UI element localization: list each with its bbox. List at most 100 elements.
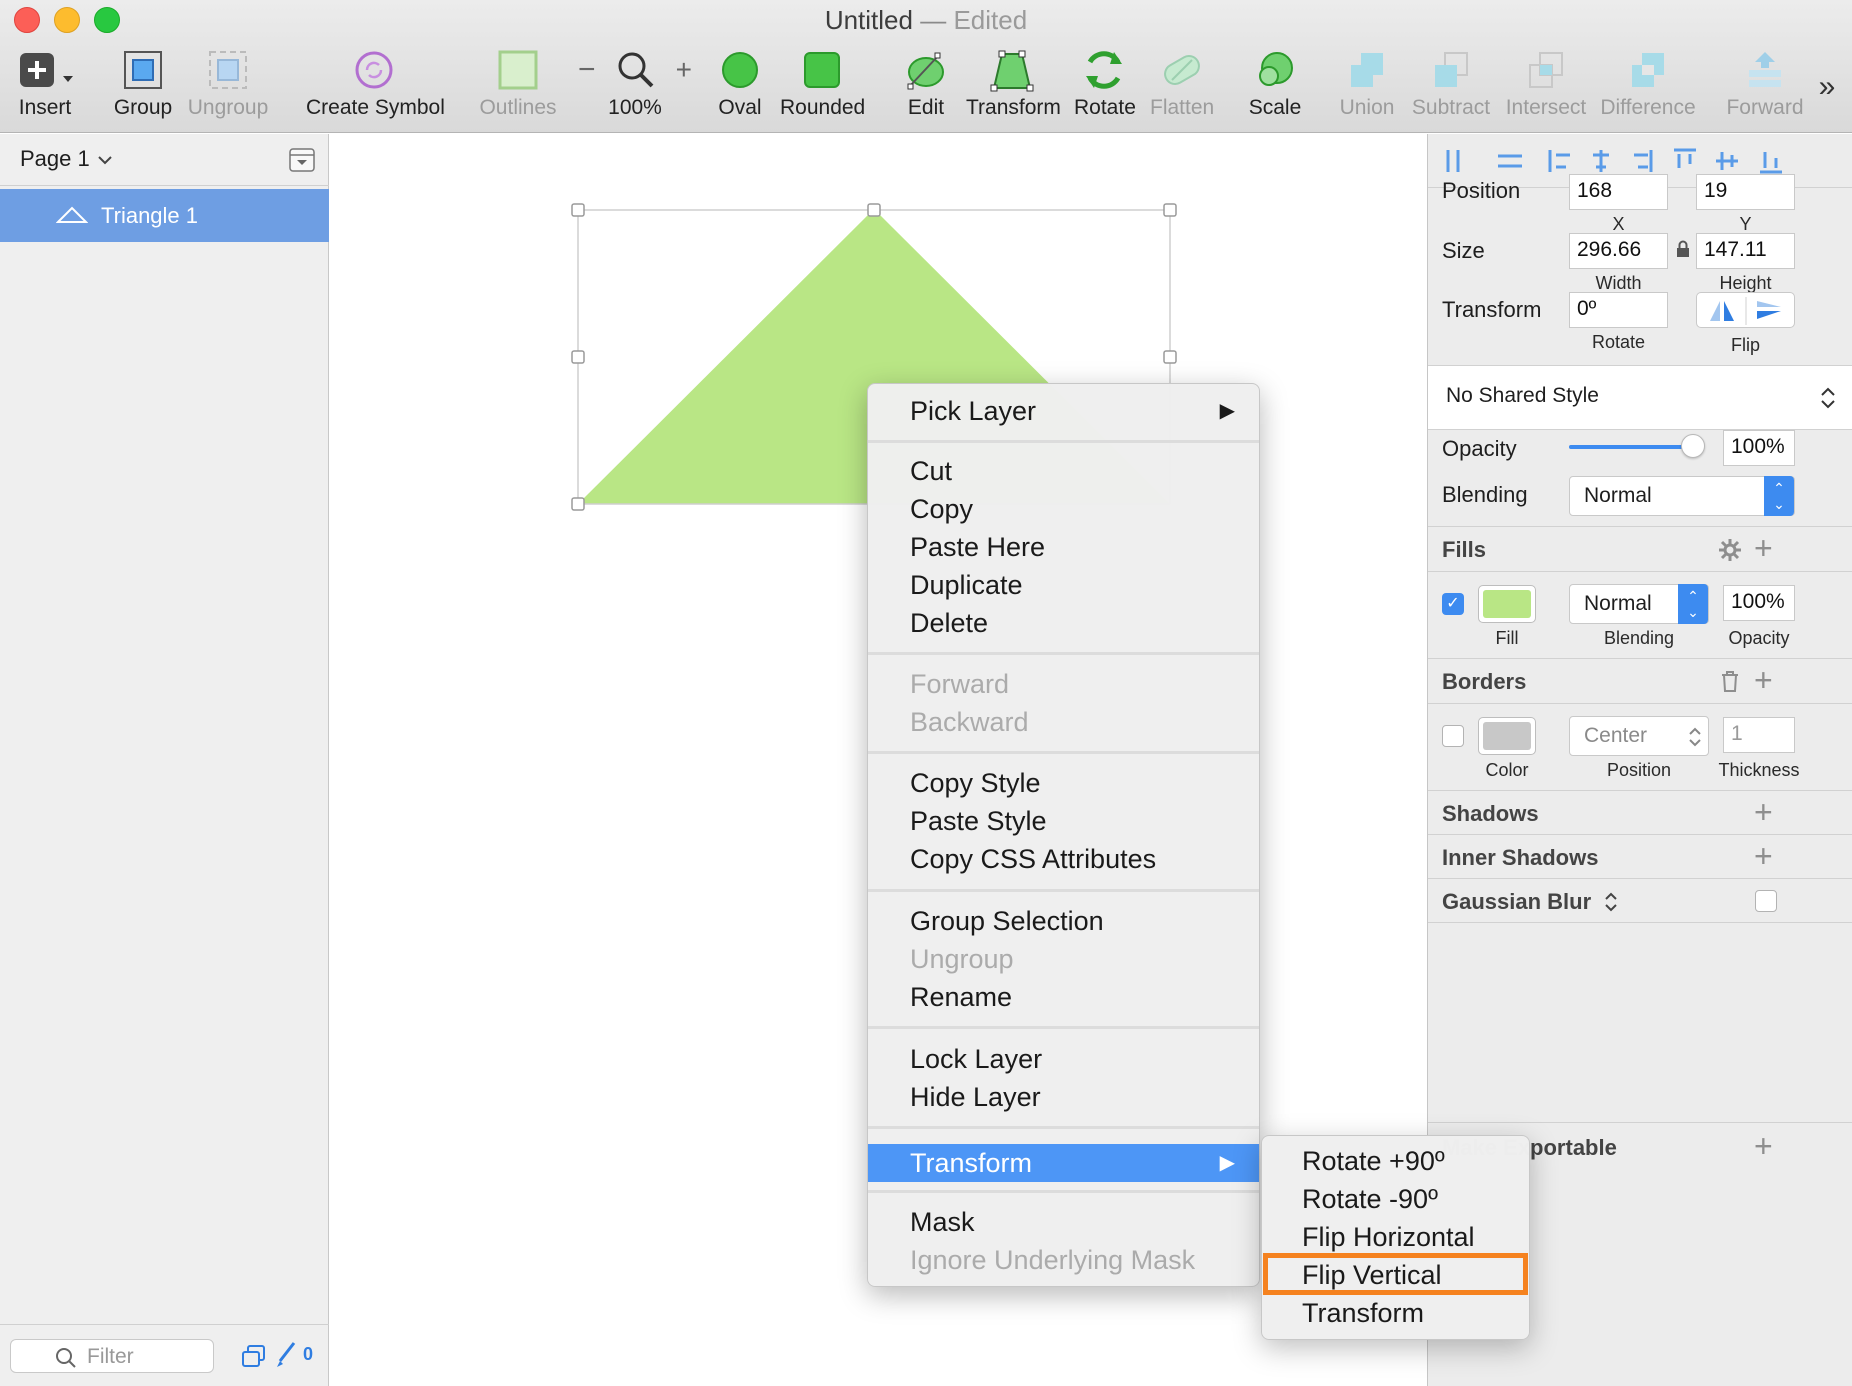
border-color-well[interactable] (1478, 717, 1536, 755)
window-title: Untitled — Edited (0, 5, 1852, 36)
flatten-icon (1164, 55, 1200, 85)
shared-style-value: No Shared Style (1446, 384, 1599, 407)
flip-control (1696, 292, 1795, 328)
menu-item-forward[interactable]: Forward (868, 665, 1259, 703)
menu-item-ignore-underlying-mask[interactable]: Ignore Underlying Mask (868, 1241, 1259, 1279)
flip-vertical-icon[interactable] (1757, 301, 1781, 319)
border-position-select[interactable]: Center (1569, 716, 1709, 756)
page-selector[interactable]: Page 1 (0, 134, 329, 186)
menu-item-backward[interactable]: Backward (868, 703, 1259, 741)
fill-opacity-field[interactable]: 100% (1723, 585, 1795, 621)
menu-item-paste-here[interactable]: Paste Here (868, 528, 1259, 566)
menu-item-paste-style[interactable]: Paste Style (868, 802, 1259, 840)
borders-header: Borders (1442, 669, 1527, 694)
group-label: Group (113, 96, 173, 119)
blending-select[interactable]: Normal ⌃ ⌄ (1569, 476, 1795, 516)
add-inner-shadow-button[interactable]: + (1754, 840, 1773, 872)
zoom-in-button[interactable]: + (676, 54, 692, 86)
oval-icon (722, 52, 758, 88)
submenu-item-rotate-minus-90[interactable]: Rotate -90º (1262, 1180, 1529, 1218)
gaussian-blur-checkbox[interactable] (1755, 890, 1777, 912)
menu-item-copy[interactable]: Copy (868, 490, 1259, 528)
oval-button[interactable]: Oval (716, 48, 764, 120)
border-color-label: Color (1485, 760, 1529, 780)
outlines-button[interactable]: Outlines (478, 48, 558, 120)
submenu-item-transform[interactable]: Transform (1262, 1294, 1529, 1332)
menu-item-pick-layer[interactable]: Pick Layer ▶ (868, 392, 1259, 430)
add-export-button[interactable]: + (1754, 1130, 1773, 1162)
shared-style-selector[interactable]: No Shared Style (1428, 366, 1852, 429)
fill-label: Fill (1495, 628, 1519, 648)
create-symbol-label: Create Symbol (306, 96, 445, 119)
y-field[interactable]: 19 (1696, 174, 1795, 210)
menu-item-mask[interactable]: Mask (868, 1203, 1259, 1241)
union-button[interactable]: Union (1338, 48, 1396, 120)
group-icon (124, 51, 162, 89)
border-thickness-field[interactable]: 1 (1723, 717, 1795, 753)
add-border-button[interactable]: + (1754, 664, 1773, 696)
y-label: Y (1739, 214, 1752, 234)
flip-horizontal-icon[interactable] (1710, 301, 1734, 321)
filter-input[interactable]: Filter (10, 1339, 214, 1373)
menu-item-hide-layer[interactable]: Hide Layer (868, 1078, 1259, 1116)
fill-blending-label: Blending (1603, 628, 1675, 648)
rotate-button[interactable]: Rotate (1074, 48, 1136, 120)
opacity-slider-fill (1569, 445, 1697, 449)
height-field[interactable]: 147.11 (1696, 233, 1795, 269)
menu-item-cut[interactable]: Cut (868, 452, 1259, 490)
opacity-slider-knob[interactable] (1681, 434, 1705, 458)
gaussian-blur-header[interactable]: Gaussian Blur (1442, 889, 1591, 915)
create-symbol-button[interactable]: Create Symbol (306, 48, 445, 120)
symbols-filter-icon[interactable] (241, 1344, 267, 1368)
menu-item-delete[interactable]: Delete (868, 604, 1259, 642)
menu-item-lock-layer[interactable]: Lock Layer (868, 1040, 1259, 1078)
border-enabled-checkbox[interactable] (1442, 725, 1464, 747)
submenu-item-rotate-plus-90[interactable]: Rotate +90º (1262, 1142, 1529, 1180)
menu-item-copy-style[interactable]: Copy Style (868, 764, 1259, 802)
scale-button[interactable]: Scale (1248, 48, 1302, 120)
rounded-button[interactable]: Rounded (780, 48, 865, 120)
oval-label: Oval (718, 96, 762, 119)
width-field[interactable]: 296.66 (1569, 233, 1668, 269)
edit-button[interactable]: Edit (904, 48, 948, 120)
group-button[interactable]: Group (110, 48, 176, 120)
layer-row[interactable]: Triangle 1 (0, 189, 329, 242)
lock-icon[interactable] (1676, 240, 1690, 258)
menu-item-label: Pick Layer (910, 396, 1037, 426)
rotate-field[interactable]: 0º (1569, 292, 1668, 328)
add-shadow-button[interactable]: + (1754, 796, 1773, 828)
submenu-arrow-icon: ▶ (1219, 400, 1235, 422)
transform-button[interactable]: Transform (966, 48, 1061, 120)
menu-item-copy-css[interactable]: Copy CSS Attributes (868, 840, 1259, 878)
menu-item-transform[interactable]: Transform ▶ (868, 1144, 1259, 1182)
menu-item-duplicate[interactable]: Duplicate (868, 566, 1259, 604)
blending-label: Blending (1442, 482, 1528, 507)
trash-icon[interactable] (1720, 670, 1740, 692)
slice-filter-icon[interactable] (274, 1341, 298, 1369)
add-fill-button[interactable]: + (1754, 532, 1773, 564)
submenu-item-flip-horizontal[interactable]: Flip Horizontal (1262, 1218, 1529, 1256)
menu-item-ungroup[interactable]: Ungroup (868, 940, 1259, 978)
difference-button[interactable]: Difference (1600, 48, 1696, 120)
x-field[interactable]: 168 (1569, 174, 1668, 210)
up-down-chevron-icon[interactable] (1604, 891, 1618, 913)
toolbar-overflow-button[interactable]: » (1810, 70, 1844, 104)
ungroup-button[interactable]: Ungroup (186, 48, 270, 120)
opacity-field[interactable]: 100% (1723, 430, 1795, 466)
subtract-button[interactable]: Subtract (1410, 48, 1492, 120)
zoom-out-button[interactable]: − (578, 53, 596, 87)
alignment-icons[interactable] (1438, 146, 1838, 176)
flatten-button[interactable]: Flatten (1150, 48, 1214, 120)
intersect-button[interactable]: Intersect (1504, 48, 1588, 120)
fill-blending-select[interactable]: Normal ⌃ ⌄ (1569, 584, 1709, 624)
insert-button[interactable]: Insert (14, 48, 76, 120)
forward-button[interactable]: Forward (1726, 48, 1804, 120)
menu-item-rename[interactable]: Rename (868, 978, 1259, 1016)
fill-color-well[interactable] (1478, 585, 1536, 623)
gear-icon[interactable] (1718, 538, 1742, 562)
page-list-toggle-icon[interactable] (289, 148, 315, 172)
fill-enabled-checkbox[interactable]: ✓ (1442, 593, 1464, 615)
menu-item-group-selection[interactable]: Group Selection (868, 902, 1259, 940)
opacity-slider[interactable] (1569, 434, 1705, 458)
up-down-chevron-icon (1689, 727, 1701, 747)
